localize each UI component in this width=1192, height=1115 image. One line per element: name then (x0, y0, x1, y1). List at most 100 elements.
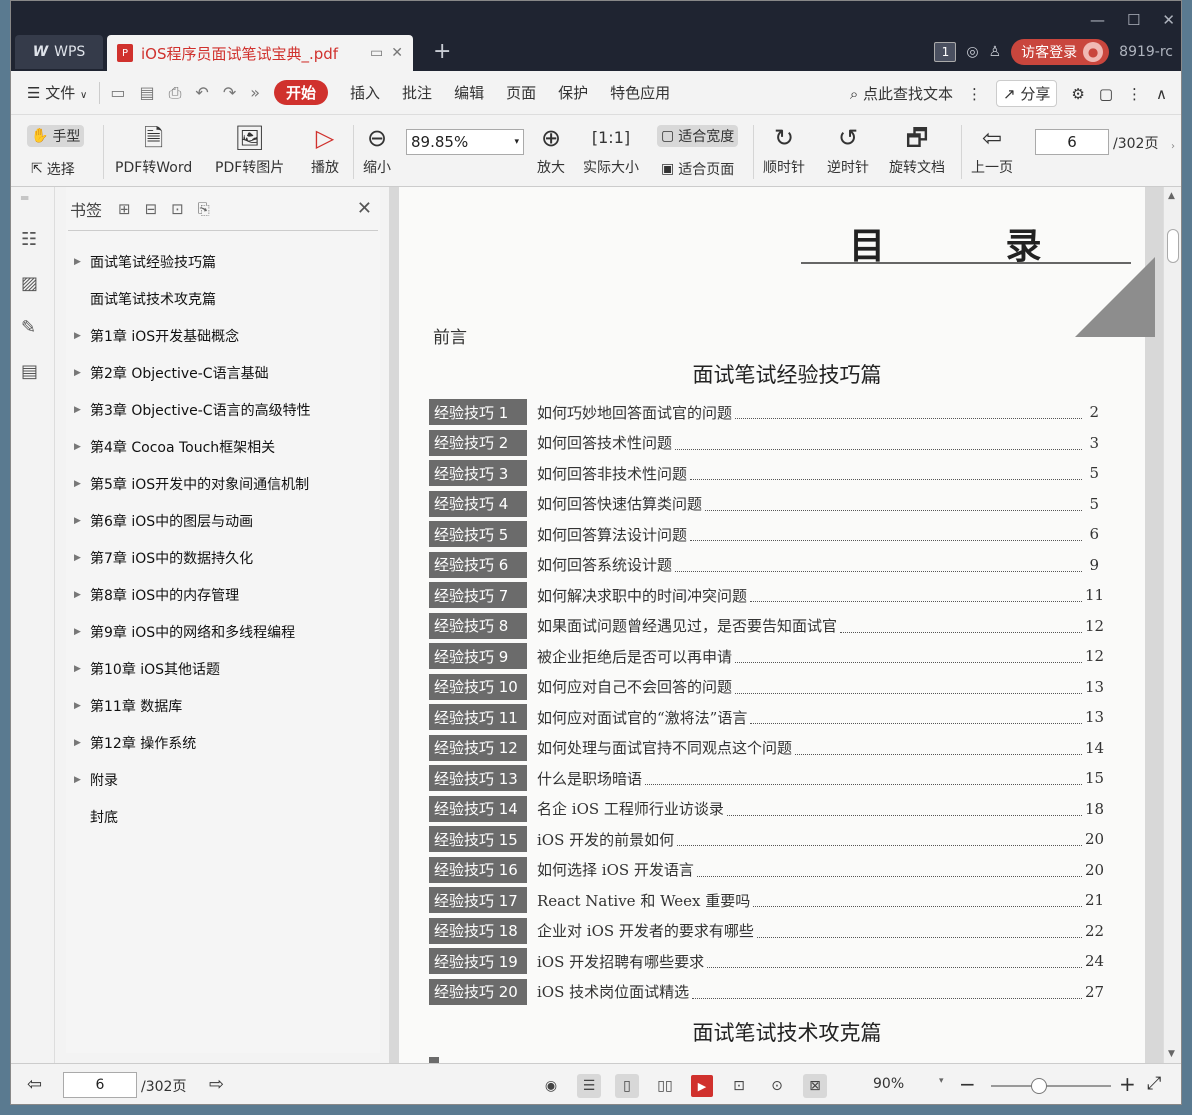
zoom-slider-knob[interactable] (1031, 1078, 1047, 1094)
window-count-badge[interactable]: 1 (934, 42, 957, 62)
share-button[interactable]: ↗ 分享 (996, 80, 1058, 107)
file-menu[interactable]: ☰ 文件 ∨ (27, 82, 87, 103)
new-tab-button[interactable]: + (433, 39, 451, 64)
expand-all-icon[interactable]: ⊞ (118, 200, 131, 218)
fit-width-button[interactable]: ▢ 适合宽度 (657, 125, 739, 147)
menu-item-start[interactable]: 开始 (274, 80, 329, 105)
ribbon-scroll-right-icon[interactable]: › (1171, 141, 1175, 152)
close-panel-icon[interactable]: ✕ (357, 198, 372, 219)
close-icon[interactable]: ✕ (1162, 11, 1175, 29)
rotate-clockwise-button[interactable]: ↻ 顺时针 (763, 123, 805, 177)
toc-row[interactable]: 经验技巧 2 如何回答技术性问题 3 (429, 429, 1099, 456)
menu-item-annotate[interactable]: 批注 (402, 82, 432, 103)
zoom-plus-icon[interactable]: + (1119, 1072, 1136, 1096)
expand-arrow-icon[interactable]: ▶ (74, 405, 90, 415)
zoom-slider[interactable] (991, 1078, 1111, 1094)
expand-arrow-icon[interactable]: ▶ (74, 368, 90, 378)
toc-row[interactable]: 经验技巧 20 iOS 技术岗位面试精选 27 (429, 978, 1104, 1005)
toc-row[interactable]: 经验技巧 19 iOS 开发招聘有哪些要求 24 (429, 948, 1104, 974)
expand-arrow-icon[interactable]: ▶ (74, 516, 90, 526)
single-page-view-icon[interactable]: ▯ (615, 1074, 639, 1098)
add-bookmark-icon[interactable]: ⊡ (171, 200, 184, 218)
shirt-icon[interactable]: ♙ (989, 44, 1002, 60)
actual-size-button[interactable]: [1:1] 实际大小 (583, 123, 639, 177)
bookmark-list-icon[interactable]: ☷ (21, 229, 37, 250)
menu-item-edit[interactable]: 编辑 (454, 82, 484, 103)
screen-icon[interactable]: ▭ (370, 45, 383, 61)
bookmark-item[interactable]: ▶ 第9章 iOS中的网络和多线程编程 (66, 613, 380, 650)
toc-row[interactable]: 经验技巧 8 如果面试问题曾经遇见过，是否要告知面试官 12 (429, 612, 1104, 639)
more-vertical-icon[interactable]: ⋮ (967, 85, 982, 103)
menu-item-features[interactable]: 特色应用 (610, 82, 670, 103)
redo-icon[interactable]: ↷ (223, 83, 236, 102)
double-page-view-icon[interactable]: ▯▯ (653, 1074, 677, 1098)
bookmark-item[interactable]: ▶ 第8章 iOS中的内存管理 (66, 576, 380, 613)
more-chevron-icon[interactable]: » (250, 83, 260, 102)
find-text-button[interactable]: ⌕ 点此查找文本 (850, 83, 953, 104)
scroll-thumb[interactable] (1167, 229, 1179, 263)
bookmark-item[interactable]: 面试笔试技术攻克篇 (66, 280, 380, 317)
toc-row[interactable]: 经验技巧 6 如何回答系统设计题 9 (429, 551, 1099, 578)
tab-wps-home[interactable]: W WPS (15, 35, 103, 69)
collapse-ribbon-icon[interactable]: ∧ (1156, 85, 1167, 103)
continuous-view-icon[interactable]: ☰ (577, 1074, 601, 1098)
zoom-in-button[interactable]: ⊕ 放大 (537, 123, 565, 177)
pdf-to-image-button[interactable]: 🖼 PDF转图片 (215, 123, 284, 177)
eye-protection-icon[interactable]: ◉ (539, 1074, 563, 1098)
fit-width-small-icon[interactable]: ⊠ (803, 1074, 827, 1098)
scroll-up-icon[interactable]: ▲ (1168, 191, 1175, 201)
toc-row[interactable]: 经验技巧 5 如何回答算法设计问题 6 (429, 521, 1099, 547)
zoom-dropdown-icon[interactable]: ▾ (939, 1076, 944, 1086)
more-menu-icon[interactable]: ⋮ (1127, 85, 1142, 103)
menu-item-insert[interactable]: 插入 (350, 82, 380, 103)
hand-tool-button[interactable]: ✋ 手型 (27, 125, 85, 147)
select-tool-button[interactable]: ⇱ 选择 (31, 159, 75, 179)
pdf-to-word-button[interactable]: 🗎 PDF转Word (115, 123, 192, 177)
login-button[interactable]: 访客登录 ● (1011, 39, 1110, 65)
zoom-select[interactable]: 89.85% ▾ (406, 129, 524, 155)
toc-row[interactable]: 经验技巧 4 如何回答快速估算类问题 5 (429, 490, 1099, 517)
maximize-icon[interactable]: ☐ (1127, 11, 1140, 29)
bookmark-item[interactable]: ▶ 面试笔试经验技巧篇 (66, 243, 380, 280)
thumbnail-image-icon[interactable]: ▨ (21, 273, 38, 294)
expand-arrow-icon[interactable]: ▶ (74, 257, 90, 267)
vertical-scrollbar[interactable]: ▲ ▼ (1163, 187, 1181, 1063)
bookmark-item[interactable]: ▶ 第3章 Objective-C语言的高级特性 (66, 391, 380, 428)
shield-icon[interactable]: ◎ (966, 44, 978, 60)
expand-arrow-icon[interactable]: ▶ (74, 331, 90, 341)
tab-close-icon[interactable]: ✕ (391, 45, 403, 61)
status-zoom-value[interactable]: 90% (873, 1076, 904, 1092)
bookmark-item[interactable]: ▶ 第6章 iOS中的图层与动画 (66, 502, 380, 539)
expand-arrow-icon[interactable]: ▶ (74, 442, 90, 452)
expand-arrow-icon[interactable]: ▶ (74, 479, 90, 489)
expand-arrow-icon[interactable]: ▶ (74, 553, 90, 563)
zoom-out-button[interactable]: ⊖ 缩小 (363, 123, 391, 177)
bookmark-item[interactable]: ▶ 附录 (66, 761, 380, 798)
toc-row[interactable]: 经验技巧 14 名企 iOS 工程师行业访谈录 18 (429, 795, 1104, 822)
comment-list-icon[interactable]: ▤ (21, 361, 38, 382)
toc-row[interactable]: 经验技巧 11 如何应对面试官的“激将法”语言 13 (429, 704, 1104, 730)
undo-icon[interactable]: ↶ (195, 83, 208, 102)
expand-arrow-icon[interactable]: ▶ (74, 738, 90, 748)
bookmark-item[interactable]: ▶ 第7章 iOS中的数据持久化 (66, 539, 380, 576)
toc-row[interactable]: 经验技巧 10 如何应对自己不会回答的问题 13 (429, 673, 1104, 700)
expand-arrow-icon[interactable]: ▶ (74, 701, 90, 711)
bookmark-item[interactable]: ▶ 第11章 数据库 (66, 687, 380, 724)
toc-row[interactable]: 经验技巧 18 企业对 iOS 开发者的要求有哪些 22 (429, 917, 1104, 944)
bookmark-item[interactable]: ▶ 第4章 Cocoa Touch框架相关 (66, 428, 380, 465)
toc-row[interactable]: 经验技巧 7 如何解决求职中的时间冲突问题 11 (429, 582, 1104, 608)
zoom-minus-icon[interactable]: − (959, 1072, 976, 1096)
menu-item-protect[interactable]: 保护 (558, 82, 588, 103)
print-icon[interactable]: ⎙ (169, 83, 182, 103)
expand-arrow-icon[interactable]: ▶ (74, 627, 90, 637)
bookmark-item[interactable]: ▶ 第12章 操作系统 (66, 724, 380, 761)
expand-arrow-icon[interactable]: ▶ (74, 775, 90, 785)
play-button[interactable]: ▷ 播放 (311, 123, 339, 177)
expand-arrow-icon[interactable]: ▶ (74, 590, 90, 600)
fit-page-button[interactable]: ▣ 适合页面 (661, 159, 734, 179)
toc-row[interactable]: 经验技巧 9 被企业拒绝后是否可以再申请 12 (429, 643, 1104, 669)
toc-row[interactable]: 经验技巧 13 什么是职场暗语 15 (429, 765, 1104, 791)
toc-row[interactable]: 经验技巧 3 如何回答非技术性问题 5 (429, 460, 1099, 486)
prev-page-arrow-icon[interactable]: ⇦ (27, 1074, 42, 1095)
collapse-all-icon[interactable]: ⊟ (145, 200, 158, 218)
